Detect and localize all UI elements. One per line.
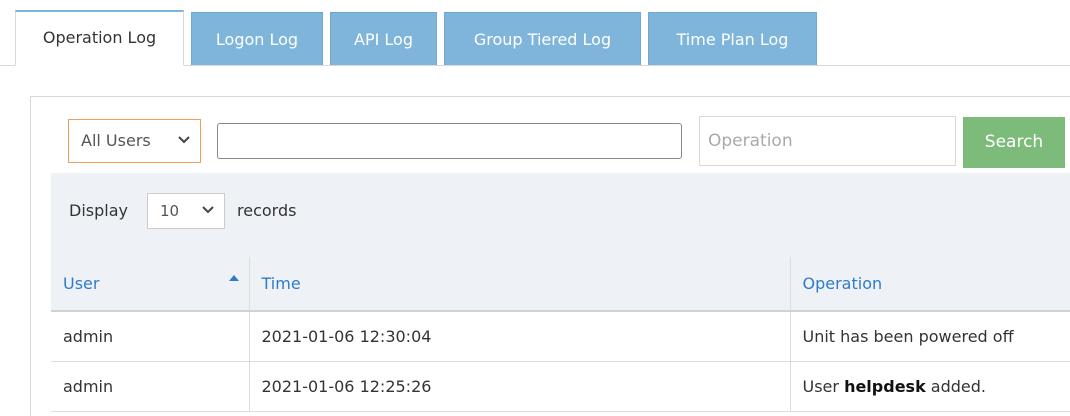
search-button[interactable]: Search — [963, 117, 1065, 168]
tab-api-log[interactable]: API Log — [330, 12, 437, 65]
cell-user: admin — [51, 361, 250, 412]
tab-operation-log[interactable]: Operation Log — [15, 10, 184, 66]
cell-time: 2021-01-06 12:25:26 — [249, 361, 791, 412]
cell-time: 2021-01-06 12:30:04 — [249, 311, 791, 362]
user-filter-value: All Users — [81, 131, 151, 150]
table-row: admin 2021-01-06 12:30:04 Unit has been … — [51, 311, 1070, 362]
cell-operation: Unit has been powered off — [790, 311, 1070, 362]
column-header-operation[interactable]: Operation — [790, 257, 1070, 312]
operation-filter-input[interactable]: Operation — [699, 116, 956, 166]
user-filter-select[interactable]: All Users — [68, 119, 201, 163]
column-header-operation-label: Operation — [802, 274, 883, 293]
operation-text-end: added. — [925, 376, 987, 396]
display-label: Display — [69, 201, 128, 220]
column-header-time[interactable]: Time — [249, 257, 791, 312]
log-tabs: Operation Log Logon Log API Log Group Ti… — [0, 10, 1070, 66]
tab-group-tiered-log[interactable]: Group Tiered Log — [444, 12, 641, 65]
tab-logon-log[interactable]: Logon Log — [191, 12, 323, 65]
column-header-user-label: User — [63, 274, 100, 293]
display-records-bar: Display 10 records — [51, 173, 1070, 257]
column-header-time-label: Time — [261, 274, 301, 293]
chevron-down-icon — [178, 120, 190, 179]
chevron-down-icon — [202, 194, 214, 241]
table-header-row: User Time Operation — [51, 257, 1070, 312]
cell-operation: User helpdesk added. — [790, 361, 1070, 412]
page-size-value: 10 — [160, 202, 180, 220]
cell-user: admin — [51, 311, 250, 362]
sort-ascending-icon — [228, 272, 239, 285]
records-label: records — [237, 201, 297, 220]
column-header-user[interactable]: User — [51, 257, 250, 312]
search-input[interactable] — [217, 123, 682, 159]
table-row: admin 2021-01-06 12:25:26 User helpdesk … — [51, 361, 1070, 412]
operation-text: User — [802, 376, 845, 396]
operation-text-bold: helpdesk — [844, 376, 926, 396]
operation-text: Unit has been powered off — [802, 326, 1014, 346]
tab-time-plan-log[interactable]: Time Plan Log — [648, 12, 817, 65]
operation-log-page: Operation Log Logon Log API Log Group Ti… — [0, 0, 1070, 416]
page-size-select[interactable]: 10 — [147, 193, 225, 229]
operation-log-table: User Time Operation admin 2021-01-06 12:… — [51, 257, 1070, 412]
